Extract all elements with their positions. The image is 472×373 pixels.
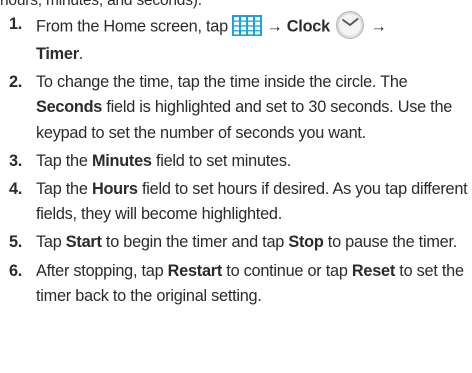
seconds-label: Seconds <box>36 98 103 117</box>
reset-label: Reset <box>351 261 396 280</box>
arrow: → <box>266 17 283 36</box>
step-number: 3. <box>9 151 23 170</box>
restart-label: Restart <box>167 261 223 280</box>
step-number: 2. <box>9 73 23 92</box>
step-5: 5. Tap Start to begin the timer and tap … <box>0 230 472 255</box>
step-text: Tap <box>36 233 66 252</box>
clock-app-label: Clock <box>286 17 330 36</box>
start-label: Start <box>65 233 102 252</box>
stop-label: Stop <box>288 233 324 252</box>
step-number: 1. <box>9 15 23 33</box>
step-3: 3. Tap the Minutes field to set minutes. <box>0 149 472 174</box>
intro-text-fragment: hours, minutes, and seconds). <box>0 0 202 9</box>
step-number: 5. <box>9 233 23 252</box>
step-text: field to set minutes. <box>151 151 291 170</box>
step-text: From the Home screen, tap <box>36 17 228 36</box>
instruction-list: 1. From the Home screen, tap → Clock → T… <box>0 10 472 312</box>
document-page: hours, minutes, and seconds). 1. From th… <box>0 0 472 373</box>
step-4: 4. Tap the Hours field to set hours if d… <box>0 177 472 227</box>
step-6: 6. After stopping, tap Restart to contin… <box>0 259 472 309</box>
clock-icon <box>334 10 366 40</box>
step-text: to continue or tap <box>222 261 352 280</box>
step-text: Tap the <box>36 180 92 199</box>
step-text: to begin the timer and tap <box>101 233 289 252</box>
apps-grid-icon <box>232 14 263 36</box>
step-1: 1. From the Home screen, tap → Clock → T… <box>0 10 472 67</box>
period: . <box>78 45 84 63</box>
hours-label: Hours <box>91 180 138 199</box>
step-number: 4. <box>9 180 23 199</box>
step-text: Tap the <box>36 151 92 170</box>
step-2: 2. To change the time, tap the time insi… <box>0 70 472 146</box>
step-text: To change the time, tap the time inside … <box>36 73 408 92</box>
minutes-label: Minutes <box>91 151 152 170</box>
step-text: to pause the timer. <box>323 233 457 252</box>
step-text: After stopping, tap <box>36 261 168 280</box>
arrow: → <box>370 17 387 36</box>
step-number: 6. <box>9 261 23 280</box>
timer-label: Timer <box>36 45 79 63</box>
